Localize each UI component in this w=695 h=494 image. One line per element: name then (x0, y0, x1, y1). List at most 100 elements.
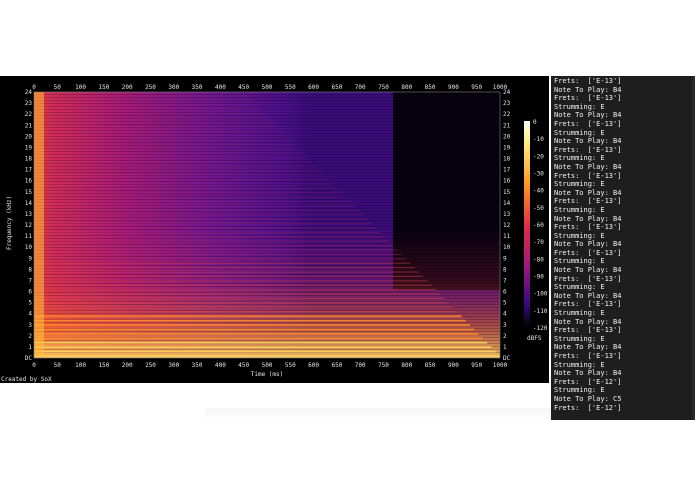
y-tick-label-left: 24 (25, 89, 33, 96)
colorbar-tick-label: -50 (533, 205, 544, 212)
colorbar-tick-label: -110 (533, 308, 548, 315)
y-tick-label-left: 22 (25, 111, 33, 118)
y-tick-label-right: 15 (503, 189, 511, 196)
y-tick-label-right: 9 (503, 255, 507, 262)
x-axis-bottom: 0 50 100 150 200 250 300 350 400 450 500 550 600 650 7… (32, 362, 507, 369)
y-tick-label-right: 11 (503, 233, 511, 240)
x-tick-label-bottom: 800 (401, 362, 412, 369)
x-tick-label-top: 650 (331, 84, 342, 91)
terminal-line: Strumming: E (554, 205, 605, 214)
y-tick-label-right: 20 (503, 133, 511, 140)
x-tick-label-top: 400 (215, 84, 226, 91)
x-tick-label-top: 300 (168, 84, 179, 91)
terminal-line: Note To Play: B4 (554, 240, 622, 249)
x-tick-label-bottom: 700 (355, 362, 366, 369)
y-tick-label-right: DC (503, 355, 511, 362)
y-tick-label-left: 8 (28, 266, 32, 273)
y-tick-label-left: 13 (25, 211, 33, 218)
terminal-line: Note To Play: B4 (554, 85, 622, 94)
x-tick-label-bottom: 500 (262, 362, 273, 369)
colorbar-ticks: 0 -10 -20 -30 -40 -50 -60 -70 -80 -90 -100 -110 -120 (533, 119, 548, 332)
terminal-line: Frets: ['E-13'] (554, 145, 622, 154)
y-tick-label-left: 15 (25, 189, 33, 196)
x-tick-label-top: 700 (355, 84, 366, 91)
colorbar: 0 -10 -20 -30 -40 -50 -60 -70 -80 -90 -100 -110 -120… (524, 119, 548, 342)
x-tick-label-top: 50 (54, 84, 62, 91)
terminal-line: Frets: ['E-12'] (554, 403, 622, 412)
terminal-line: Frets: ['E-13'] (554, 300, 622, 309)
y-tick-label-left: 4 (28, 311, 32, 318)
y-axis-label: Frequency (kHz) (6, 196, 13, 250)
y-axis-right: DC12345678910111213141516171819202122232… (503, 89, 511, 362)
y-tick-label-right: 10 (503, 244, 511, 251)
terminal-line: Note To Play: B4 (554, 111, 622, 120)
colorbar-tick-label: 0 (533, 119, 537, 126)
terminal-line: Strumming: E (554, 386, 605, 395)
credit-text: Created by SoX (1, 376, 52, 383)
terminal-line: Strumming: E (554, 334, 605, 343)
x-tick-label-bottom: 950 (471, 362, 482, 369)
y-tick-label-left: 18 (25, 156, 33, 163)
spectrogram-plot (33, 91, 501, 359)
y-tick-label-right: 19 (503, 144, 511, 151)
x-tick-label-top: 0 (32, 84, 36, 91)
colorbar-tick-label: -40 (533, 188, 544, 195)
colorbar-tick-label: -120 (533, 325, 548, 332)
x-axis-label: Time (ms) (251, 371, 284, 378)
y-tick-label-left: 11 (25, 233, 33, 240)
x-tick-label-top: 850 (425, 84, 436, 91)
spectrogram-window: 0 50 100 150 200 250 300 350 400 450 500 550 600 650 7… (0, 76, 549, 383)
x-tick-label-bottom: 0 (32, 362, 36, 369)
terminal-line: Note To Play: C5 (554, 394, 622, 403)
y-tick-label-left: 9 (28, 255, 32, 262)
y-tick-label-left: 1 (28, 344, 32, 351)
x-tick-label-bottom: 300 (168, 362, 179, 369)
x-tick-label-bottom: 550 (285, 362, 296, 369)
x-tick-label-bottom: 900 (448, 362, 459, 369)
x-tick-label-bottom: 200 (122, 362, 133, 369)
x-tick-label-bottom: 650 (331, 362, 342, 369)
y-tick-label-right: 22 (503, 111, 511, 118)
y-tick-label-right: 5 (503, 300, 507, 307)
x-tick-label-bottom: 600 (308, 362, 319, 369)
terminal-line: Frets: ['E-13'] (554, 248, 622, 257)
y-tick-label-right: 4 (503, 311, 507, 318)
terminal-line: Frets: ['E-13'] (554, 352, 622, 360)
y-tick-label-left: 6 (28, 289, 32, 296)
y-tick-label-left: 16 (25, 178, 33, 185)
terminal-line: Note To Play: B4 (554, 266, 622, 275)
y-tick-label-left: 17 (25, 167, 33, 174)
y-tick-label-left: 5 (28, 300, 32, 307)
x-tick-label-top: 950 (471, 84, 482, 91)
terminal-line: Note To Play: B4 (554, 343, 622, 352)
terminal-line: Note To Play: B4 (554, 291, 622, 300)
y-tick-label-left: 10 (25, 244, 33, 251)
terminal-line: Strumming: E (554, 128, 605, 137)
y-tick-label-left: 14 (25, 200, 33, 207)
x-tick-label-bottom: 400 (215, 362, 226, 369)
x-tick-label-top: 450 (238, 84, 249, 91)
terminal-line: Strumming: E (554, 154, 605, 163)
colorbar-tick-label: -80 (533, 256, 544, 263)
terminal-line: Strumming: E (554, 180, 605, 189)
x-tick-label-bottom: 1000 (493, 362, 508, 369)
terminal-line: Frets: ['E-13'] (554, 223, 622, 232)
y-axis-left: DC12345678910111213141516171819202122232… (25, 89, 33, 362)
y-tick-label-left: 3 (28, 322, 32, 329)
colorbar-tick-label: -60 (533, 222, 544, 229)
terminal-line: Note To Play: B4 (554, 188, 622, 197)
y-tick-label-left: 19 (25, 144, 33, 151)
x-tick-label-bottom: 250 (145, 362, 156, 369)
y-tick-label-left: 20 (25, 133, 33, 140)
x-axis-top: 0 50 100 150 200 250 300 350 400 450 500 550 600 650 7… (32, 84, 507, 91)
terminal-line: Note To Play: B4 (554, 214, 622, 223)
y-tick-label-right: 12 (503, 222, 511, 229)
terminal-line: Strumming: E (554, 283, 605, 292)
terminal-line: Strumming: E (554, 309, 605, 318)
terminal-window[interactable]: Frets: ['E-13'] Note To Play: B4 Frets: ['… (551, 76, 695, 420)
window-shadow (205, 408, 551, 420)
colorbar-tick-label: -10 (533, 136, 544, 143)
x-tick-label-bottom: 850 (425, 362, 436, 369)
terminal-line: Frets: ['E-13'] (554, 77, 622, 85)
terminal-line: Strumming: E (554, 360, 605, 369)
